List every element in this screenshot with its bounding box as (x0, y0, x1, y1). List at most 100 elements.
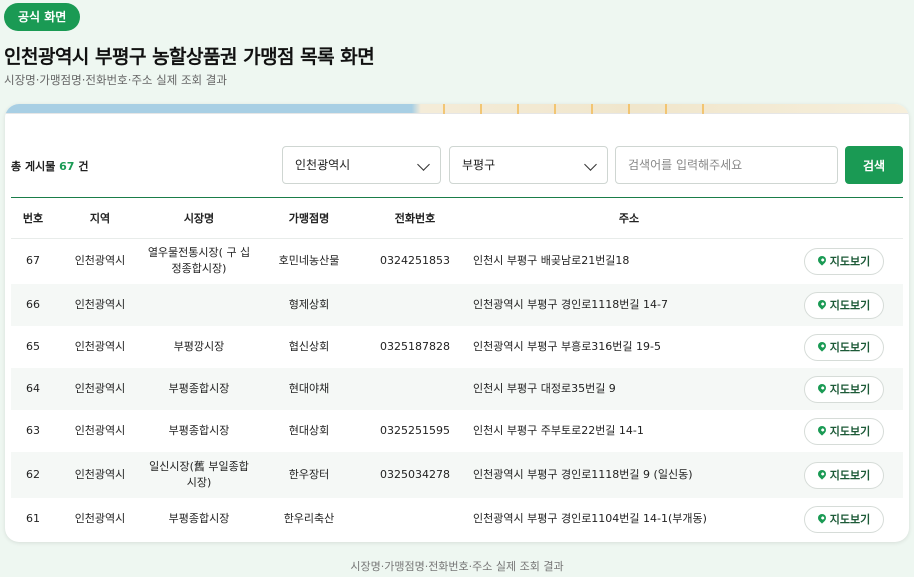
cell-market: 부평깡시장 (173, 340, 225, 354)
city-select[interactable]: 인천광역시 (282, 146, 441, 184)
cell-address: 인천광역시 부평구 경인로1104번길 14-1(부개동) (473, 512, 707, 526)
table-row: 65 인천광역시 부평깡시장 협신상회 0325187828 인천광역시 부평구… (11, 326, 903, 368)
cell-region: 인천광역시 (74, 424, 126, 438)
footer-caption: 시장명·가맹점명·전화번호·주소 실제 조회 결과 (350, 560, 564, 573)
page-title: 인천광역시 부평구 농할상품권 가맹점 목록 화면 (4, 46, 375, 68)
cell-no: 62 (11, 452, 55, 498)
cell-phone (365, 284, 465, 326)
cell-store: 한우장터 (253, 452, 365, 498)
district-select[interactable]: 부평구 (449, 146, 608, 184)
header-address: 주소 (465, 198, 785, 239)
district-select-value: 부평구 (462, 158, 496, 172)
header-store: 가맹점명 (253, 198, 365, 239)
cell-market (145, 284, 253, 326)
cell-map: 지도보기 (785, 410, 903, 452)
cell-map: 지도보기 (785, 498, 903, 540)
store-list-card: 총 게시물 67 건 인천광역시 부평구 검색 번호 지역 시장명 가맹점명 전… (5, 104, 909, 542)
map-view-button[interactable]: 지도보기 (803, 461, 885, 489)
map-pin-icon (816, 298, 828, 310)
cell-market: 부평종합시장 (168, 512, 230, 526)
map-view-label: 지도보기 (829, 255, 871, 269)
search-input[interactable] (615, 146, 838, 184)
map-view-label: 지도보기 (829, 341, 871, 354)
map-view-label: 지도보기 (829, 513, 871, 526)
cell-phone: 0325187828 (380, 340, 450, 354)
cell-store: 형제상회 (253, 284, 365, 326)
cell-phone: 0325034278 (365, 452, 465, 498)
total-suffix: 건 (78, 160, 89, 173)
chevron-down-icon (584, 158, 597, 171)
map-pin-icon (816, 254, 828, 266)
cell-region: 인천광역시 (55, 284, 145, 326)
table-row: 67 인천광역시 열우물전통시장( 구 십정종합시장) 호민네농산물 03242… (11, 238, 903, 284)
cell-no: 66 (11, 284, 55, 326)
cell-phone: 0325251595 (380, 424, 450, 438)
map-view-label: 지도보기 (829, 425, 871, 438)
map-pin-icon (816, 512, 828, 524)
map-view-label: 지도보기 (829, 383, 871, 396)
table-header-row: 번호 지역 시장명 가맹점명 전화번호 주소 (11, 198, 903, 239)
cell-store: 현대야채 (253, 368, 365, 410)
cell-address: 인천광역시 부평구 경인로1118번길 14-7 (465, 284, 785, 326)
search-toolbar: 총 게시물 67 건 인천광역시 부평구 검색 (5, 146, 909, 184)
map-view-button[interactable]: 지도보기 (803, 291, 885, 319)
cell-region: 인천광역시 (74, 512, 126, 526)
cell-market: 부평종합시장 (145, 368, 253, 410)
cell-address: 인천광역시 부평구 경인로1118번길 9 (일신동) (465, 452, 785, 498)
map-view-button[interactable]: 지도보기 (803, 417, 885, 445)
cell-map: 지도보기 (785, 326, 903, 368)
cell-no: 67 (26, 254, 40, 268)
cell-map: 지도보기 (785, 368, 903, 410)
map-view-button[interactable]: 지도보기 (803, 247, 885, 275)
map-pin-icon (816, 424, 828, 436)
map-view-label: 지도보기 (829, 469, 871, 482)
map-view-label: 지도보기 (829, 299, 871, 312)
cell-phone (365, 498, 465, 540)
chevron-down-icon (417, 158, 430, 171)
cell-map: 지도보기 (785, 284, 903, 326)
table-row: 62 인천광역시 일신시장(舊 부일종합시장) 한우장터 0325034278 … (11, 452, 903, 498)
map-preview-strip[interactable] (5, 104, 909, 114)
total-count: 총 게시물 67 건 (11, 158, 88, 174)
cell-no: 63 (26, 424, 40, 438)
cell-region: 인천광역시 (55, 368, 145, 410)
map-view-button[interactable]: 지도보기 (803, 505, 885, 533)
map-view-button[interactable]: 지도보기 (803, 333, 885, 361)
map-pin-icon (816, 468, 828, 480)
cell-phone (365, 368, 465, 410)
header-phone: 전화번호 (365, 198, 465, 239)
cell-map: 지도보기 (785, 452, 903, 498)
map-pin-icon (816, 340, 828, 352)
total-count-value: 67 (59, 160, 75, 173)
city-select-value: 인천광역시 (295, 158, 351, 172)
cell-address: 인천시 부평구 대정로35번길 9 (465, 368, 785, 410)
table-row: 64 인천광역시 부평종합시장 현대야채 인천시 부평구 대정로35번길 9 지… (11, 368, 903, 410)
total-prefix: 총 게시물 (11, 160, 56, 173)
cell-store: 한우리축산 (283, 512, 335, 526)
cell-store: 협신상회 (288, 340, 330, 354)
map-pin-icon (816, 382, 828, 394)
cell-no: 61 (26, 512, 40, 526)
cell-store: 호민네농산물 (278, 254, 340, 268)
map-view-button[interactable]: 지도보기 (803, 375, 885, 403)
header-market: 시장명 (145, 198, 253, 239)
cell-region: 인천광역시 (74, 340, 126, 354)
cell-market: 부평종합시장 (168, 424, 230, 438)
table-row: 66 인천광역시 형제상회 인천광역시 부평구 경인로1118번길 14-7 지… (11, 284, 903, 326)
page-subtitle: 시장명·가맹점명·전화번호·주소 실제 조회 결과 (4, 73, 227, 87)
cell-market: 일신시장(舊 부일종합시장) (145, 452, 253, 498)
header-no: 번호 (11, 198, 55, 239)
cell-phone: 0324251853 (380, 254, 450, 268)
table-row: 63 인천광역시 부평종합시장 현대상회 0325251595 인천시 부평구 … (11, 410, 903, 452)
cell-no: 65 (26, 340, 40, 354)
cell-address: 인천시 부평구 배곶남로21번길18 (473, 254, 630, 268)
cell-region: 인천광역시 (74, 254, 126, 268)
header-map (785, 198, 903, 239)
search-button[interactable]: 검색 (845, 146, 903, 184)
cell-region: 인천광역시 (55, 452, 145, 498)
cell-market: 열우물전통시장( 구 십정종합시장) (147, 246, 251, 276)
cell-map: 지도보기 (785, 238, 903, 284)
header-region: 지역 (55, 198, 145, 239)
cell-store: 현대상회 (288, 424, 330, 438)
store-table: 번호 지역 시장명 가맹점명 전화번호 주소 67 인천광역시 열우물전통시장(… (11, 198, 903, 540)
